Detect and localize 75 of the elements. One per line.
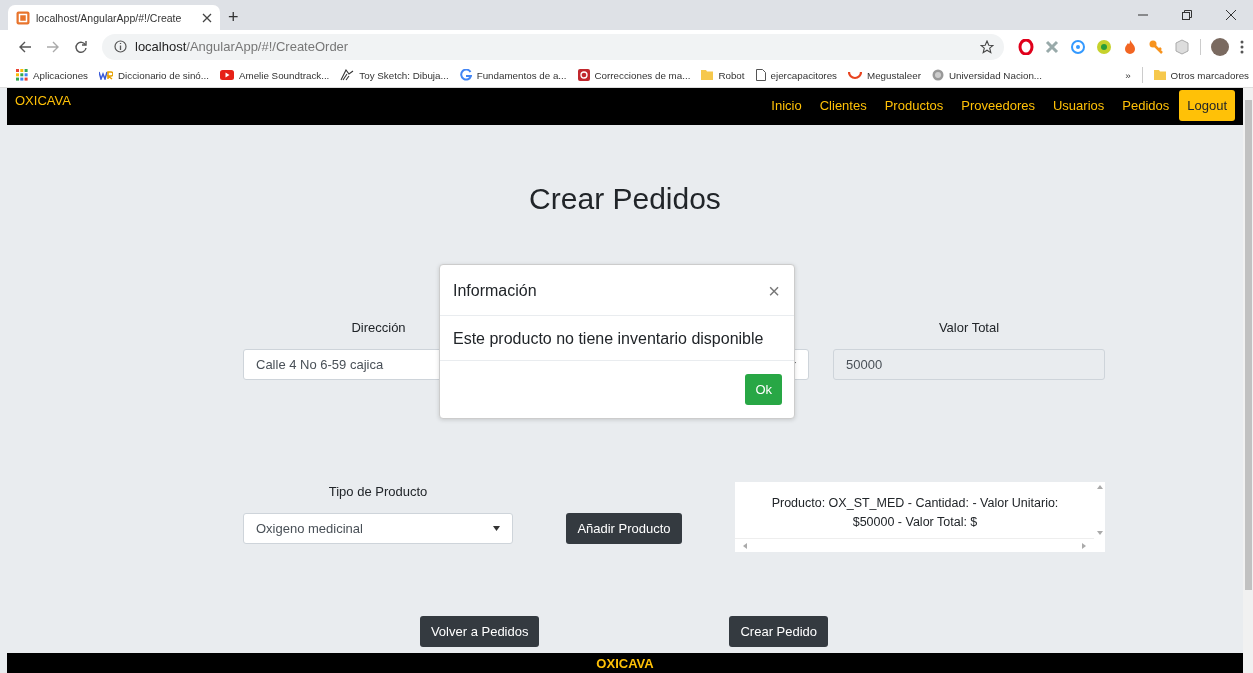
product-list-area[interactable]: Producto: OX_ST_MED - Cantidad: - Valor Unitario: $50000 - Valor Total: $	[735, 482, 1105, 552]
close-icon[interactable]	[1225, 9, 1237, 21]
restore-icon[interactable]	[1181, 9, 1193, 21]
app-logo-icon	[16, 10, 30, 25]
folder-icon	[701, 69, 714, 81]
field-label: Dirección	[351, 320, 406, 336]
scrollbar[interactable]	[735, 538, 1094, 552]
tab-title: localhost/AngularApp/#!/Create	[36, 11, 183, 24]
bookmark[interactable]: Otros marcadores	[1153, 69, 1249, 81]
scrollbar[interactable]	[1243, 88, 1253, 673]
new-tab-button[interactable]: +	[228, 7, 239, 28]
bookmark[interactable]: Robot	[701, 69, 745, 81]
browser-tab[interactable]: localhost/AngularApp/#!/Create	[8, 5, 220, 30]
star-icon[interactable]	[980, 39, 994, 54]
bookmark[interactable]: Fundamentos de a...	[459, 69, 567, 81]
extension-icon[interactable]	[1044, 38, 1060, 55]
dialog-message: Este producto no tiene inventario disponible	[453, 330, 764, 347]
nav-link[interactable]: Inicio	[771, 98, 802, 113]
bookmark[interactable]: Diccionario de sinó...	[99, 69, 209, 81]
bookmark[interactable]: Toy Sketch: Dibuja...	[340, 69, 449, 81]
scroll-up-icon[interactable]	[1096, 485, 1103, 489]
product-type-select[interactable]: Oxigeno medicinal	[243, 513, 513, 544]
extension-icon[interactable]	[1018, 38, 1034, 55]
scroll-left-icon[interactable]	[743, 542, 747, 549]
dialog-title: Información	[453, 282, 537, 300]
bookmark[interactable]: Correcciones de ma...	[577, 69, 691, 81]
close-icon[interactable]	[202, 12, 212, 23]
product-list-text: Producto: OX_ST_MED - Cantidad: - Valor Unitario: $50000 - Valor Total: $	[770, 495, 1060, 531]
back-arrow-icon[interactable]	[18, 39, 32, 54]
nav-link[interactable]: Usuarios	[1052, 98, 1105, 113]
flame-icon[interactable]	[1122, 38, 1138, 55]
nav-link[interactable]: Productos	[884, 98, 944, 113]
logout-button[interactable]: Logout	[1179, 90, 1235, 121]
profile-avatar[interactable]	[1211, 37, 1229, 56]
wr-logo-icon	[99, 70, 113, 80]
field-label: Tipo de Producto	[328, 484, 428, 500]
cube-icon[interactable]	[1174, 38, 1190, 55]
back-button[interactable]: Volver a Pedidos	[419, 616, 540, 647]
add-product-button[interactable]: Añadir Producto	[566, 513, 682, 544]
bookmarks-overflow[interactable]: »	[1125, 69, 1131, 81]
field-label: Valor Total	[938, 320, 1000, 336]
info-icon	[114, 40, 127, 53]
bookmark[interactable]: Amelie Soundtrack...	[219, 69, 330, 81]
menu-icon[interactable]	[1239, 38, 1245, 55]
nav-link[interactable]: Proveedores	[961, 98, 1035, 113]
caret-icon	[493, 526, 500, 531]
smile-curve-icon	[848, 70, 862, 80]
brand-link[interactable]: OXICAVA	[15, 93, 71, 108]
g-logo-icon	[459, 69, 472, 81]
bookmark[interactable]: ejercapacitores	[755, 69, 837, 81]
scroll-right-icon[interactable]	[1082, 542, 1086, 549]
apps-grid-icon	[16, 69, 28, 81]
page-icon	[755, 69, 766, 81]
page-title: Crear Pedidos	[529, 182, 721, 216]
url-text: localhost/AngularApp/#!/CreateOrder	[135, 39, 349, 54]
sketch-icon	[340, 69, 355, 81]
key-icon[interactable]	[1148, 38, 1164, 55]
create-order-button[interactable]: Crear Pedido	[729, 616, 829, 647]
nav-link[interactable]: Clientes	[819, 98, 867, 113]
footer-brand: OXICAVA	[596, 655, 654, 671]
scroll-down-icon[interactable]	[1096, 531, 1103, 535]
address-bar[interactable]: localhost/AngularApp/#!/CreateOrder	[102, 33, 1004, 60]
close-button[interactable]: ×	[768, 281, 780, 301]
bookmark[interactable]: Megustaleer	[848, 69, 921, 81]
folder-icon	[1153, 69, 1166, 81]
square-logo-icon	[577, 69, 590, 81]
video-play-icon	[219, 70, 234, 80]
nav-link[interactable]: Pedidos	[1122, 98, 1170, 113]
extension-icon[interactable]	[1096, 38, 1112, 55]
seal-icon	[931, 69, 944, 81]
bookmark[interactable]: Universidad Nacion...	[931, 69, 1043, 81]
extension-icon[interactable]	[1070, 38, 1086, 55]
bookmark[interactable]: Aplicaciones	[16, 69, 88, 81]
reload-icon[interactable]	[74, 39, 88, 54]
forward-arrow-icon[interactable]	[46, 39, 60, 54]
